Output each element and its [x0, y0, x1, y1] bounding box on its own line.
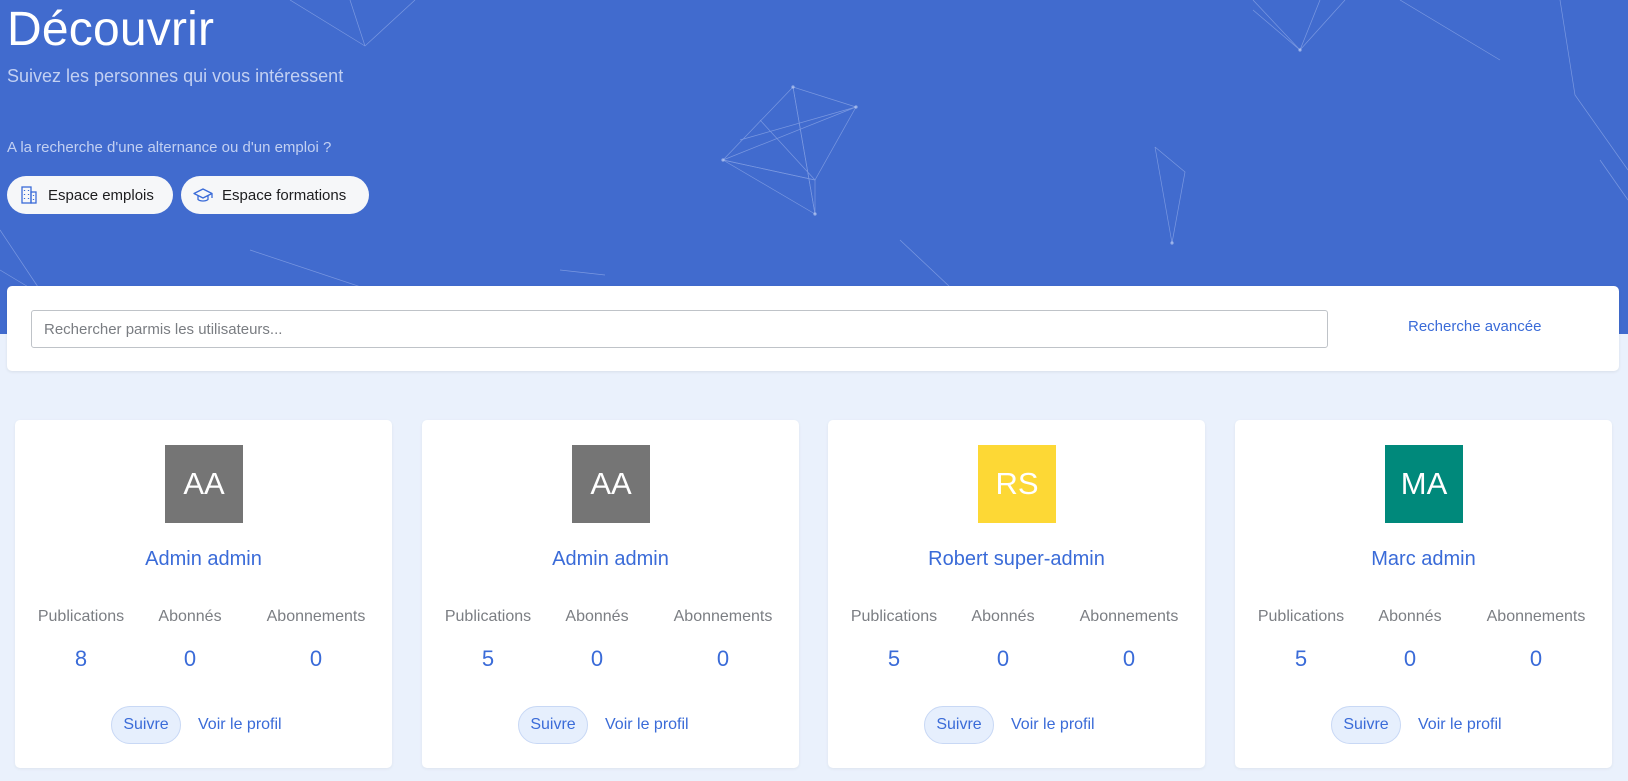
following-count: 0 — [1122, 646, 1136, 671]
publications-count: 5 — [887, 646, 901, 671]
publications-stat: Publications 5 — [1249, 608, 1353, 672]
publications-count: 8 — [74, 646, 88, 671]
user-card: AA Admin admin Publications 5 Abonnés 0 … — [422, 420, 799, 768]
following-count: 0 — [716, 646, 730, 671]
follow-button[interactable]: Suivre — [1331, 706, 1401, 744]
followers-label: Abonnés — [971, 608, 1035, 625]
following-stat: Abonnements 0 — [1475, 608, 1597, 672]
followers-stat: Abonnés 0 — [155, 608, 225, 672]
training-space-label: Espace formations — [222, 186, 347, 204]
view-profile-link[interactable]: Voir le profil — [1418, 716, 1502, 734]
user-card: MA Marc admin Publications 5 Abonnés 0 A… — [1235, 420, 1612, 768]
job-search-prompt: A la recherche d'une alternance ou d'un … — [7, 139, 332, 156]
user-name-link[interactable]: Marc admin — [1235, 548, 1612, 571]
avatar[interactable]: RS — [978, 445, 1056, 523]
publications-stat: Publications 8 — [29, 608, 133, 672]
publications-label: Publications — [1257, 608, 1345, 625]
followers-label: Abonnés — [565, 608, 629, 625]
publications-label: Publications — [444, 608, 532, 625]
view-profile-link[interactable]: Voir le profil — [605, 716, 689, 734]
user-card: RS Robert super-admin Publications 5 Abo… — [828, 420, 1205, 768]
user-name-link[interactable]: Admin admin — [15, 548, 392, 571]
network-background-decoration — [0, 0, 1628, 334]
user-name-link[interactable]: Admin admin — [422, 548, 799, 571]
followers-stat: Abonnés 0 — [968, 608, 1038, 672]
publications-label: Publications — [37, 608, 125, 625]
hero-banner: Découvrir Suivez les personnes qui vous … — [0, 0, 1628, 334]
following-label: Abonnements — [266, 608, 366, 625]
avatar-initials: AA — [590, 466, 632, 501]
avatar[interactable]: MA — [1385, 445, 1463, 523]
user-name-link[interactable]: Robert super-admin — [828, 548, 1205, 571]
followers-label: Abonnés — [1378, 608, 1442, 625]
page-title: Découvrir — [7, 3, 215, 56]
following-stat: Abonnements 0 — [662, 608, 784, 672]
follow-button[interactable]: Suivre — [518, 706, 588, 744]
avatar[interactable]: AA — [165, 445, 243, 523]
avatar-initials: MA — [1400, 466, 1448, 501]
following-label: Abonnements — [673, 608, 773, 625]
advanced-search-link[interactable]: Recherche avancée — [1408, 318, 1541, 335]
following-label: Abonnements — [1486, 608, 1586, 625]
followers-count: 0 — [996, 646, 1010, 671]
publications-label: Publications — [850, 608, 938, 625]
jobs-space-button[interactable]: Espace emplois — [7, 176, 173, 214]
followers-label: Abonnés — [158, 608, 222, 625]
building-icon — [19, 185, 39, 205]
publications-stat: Publications 5 — [436, 608, 540, 672]
follow-button[interactable]: Suivre — [924, 706, 994, 744]
following-stat: Abonnements 0 — [255, 608, 377, 672]
avatar[interactable]: AA — [572, 445, 650, 523]
followers-count: 0 — [1403, 646, 1417, 671]
page-subtitle: Suivez les personnes qui vous intéressen… — [7, 66, 344, 86]
avatar-initials: RS — [995, 466, 1039, 501]
followers-stat: Abonnés 0 — [562, 608, 632, 672]
view-profile-link[interactable]: Voir le profil — [1011, 716, 1095, 734]
publications-count: 5 — [481, 646, 495, 671]
training-space-button[interactable]: Espace formations — [181, 176, 369, 214]
following-stat: Abonnements 0 — [1068, 608, 1190, 672]
following-label: Abonnements — [1079, 608, 1179, 625]
graduation-cap-icon — [193, 185, 213, 205]
followers-count: 0 — [590, 646, 604, 671]
following-count: 0 — [1529, 646, 1543, 671]
user-card: AA Admin admin Publications 8 Abonnés 0 … — [15, 420, 392, 768]
user-search-input[interactable] — [31, 310, 1328, 348]
view-profile-link[interactable]: Voir le profil — [198, 716, 282, 734]
publications-count: 5 — [1294, 646, 1308, 671]
search-panel: Recherche avancée — [7, 286, 1619, 371]
following-count: 0 — [309, 646, 323, 671]
avatar-initials: AA — [183, 466, 225, 501]
followers-count: 0 — [183, 646, 197, 671]
publications-stat: Publications 5 — [842, 608, 946, 672]
jobs-space-label: Espace emplois — [48, 186, 154, 204]
follow-button[interactable]: Suivre — [111, 706, 181, 744]
followers-stat: Abonnés 0 — [1375, 608, 1445, 672]
